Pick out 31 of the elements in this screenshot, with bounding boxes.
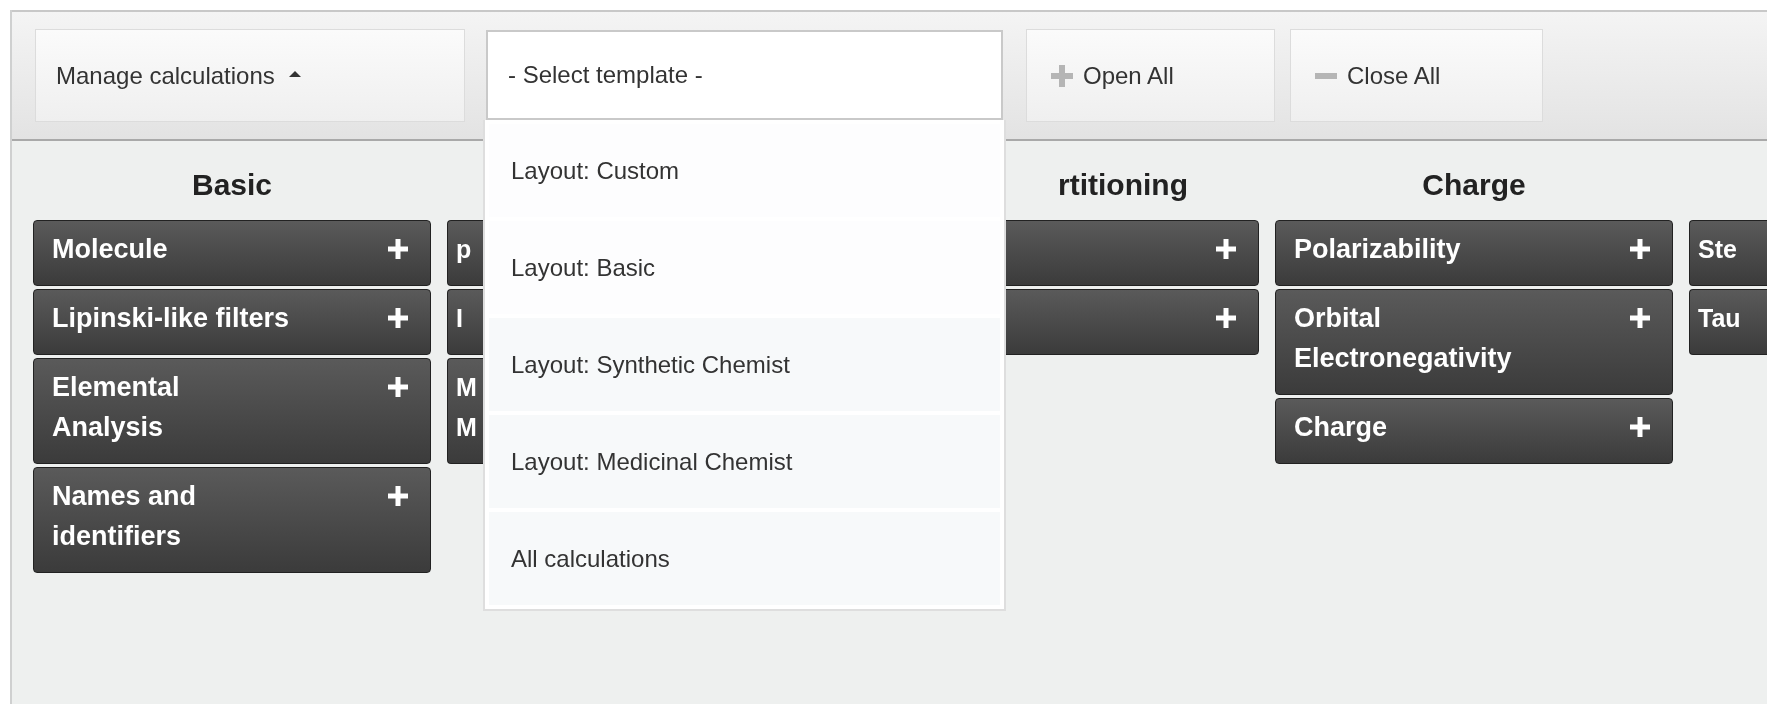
template-option[interactable]: All calculations (489, 512, 1000, 605)
calculation-label: I (456, 303, 463, 334)
calculation-label: Tau (1698, 303, 1741, 334)
template-select[interactable]: - Select template - (486, 30, 1003, 120)
calculation-label: Ste (1698, 234, 1737, 265)
calculation-label: Charge (1294, 411, 1388, 444)
calculation-button[interactable]: Ste (1689, 220, 1767, 286)
calculation-label: Orbital Electronegativity (1294, 302, 1512, 375)
calculation-button[interactable]: Charge (1275, 398, 1673, 464)
calculation-label: Elemental Analysis (52, 371, 180, 444)
calculation-label: Molecule (52, 233, 168, 266)
calculation-label: Lipinski-like filters (52, 302, 290, 335)
category-heading: rtitioning (1058, 168, 1188, 202)
calculation-button[interactable]: Tau (1689, 289, 1767, 355)
calculation-button[interactable]: Lipinski-like filters (33, 289, 431, 355)
template-option[interactable]: Layout: Synthetic Chemist (489, 318, 1000, 411)
open-all-button[interactable]: Open All (1026, 29, 1275, 122)
calculation-button[interactable]: Names and identifiers (33, 467, 431, 573)
calculation-button[interactable]: Elemental Analysis (33, 358, 431, 464)
calculation-label: p (456, 234, 472, 265)
calculation-button[interactable]: Polarizability (1275, 220, 1673, 286)
template-option[interactable]: Layout: Medicinal Chemist (489, 415, 1000, 508)
calculation-button[interactable]: Molecule (33, 220, 431, 286)
calculation-label: Names and identifiers (52, 480, 197, 553)
calculation-label: Polarizability (1294, 233, 1461, 266)
category-heading: Basic (191, 168, 273, 202)
manage-calculations-button[interactable]: Manage calculations (35, 29, 465, 122)
calculation-label: M M (456, 372, 477, 443)
category-heading: Charge (1422, 168, 1526, 202)
close-all-button[interactable]: Close All (1290, 29, 1543, 122)
calculation-button[interactable]: Orbital Electronegativity (1275, 289, 1673, 395)
